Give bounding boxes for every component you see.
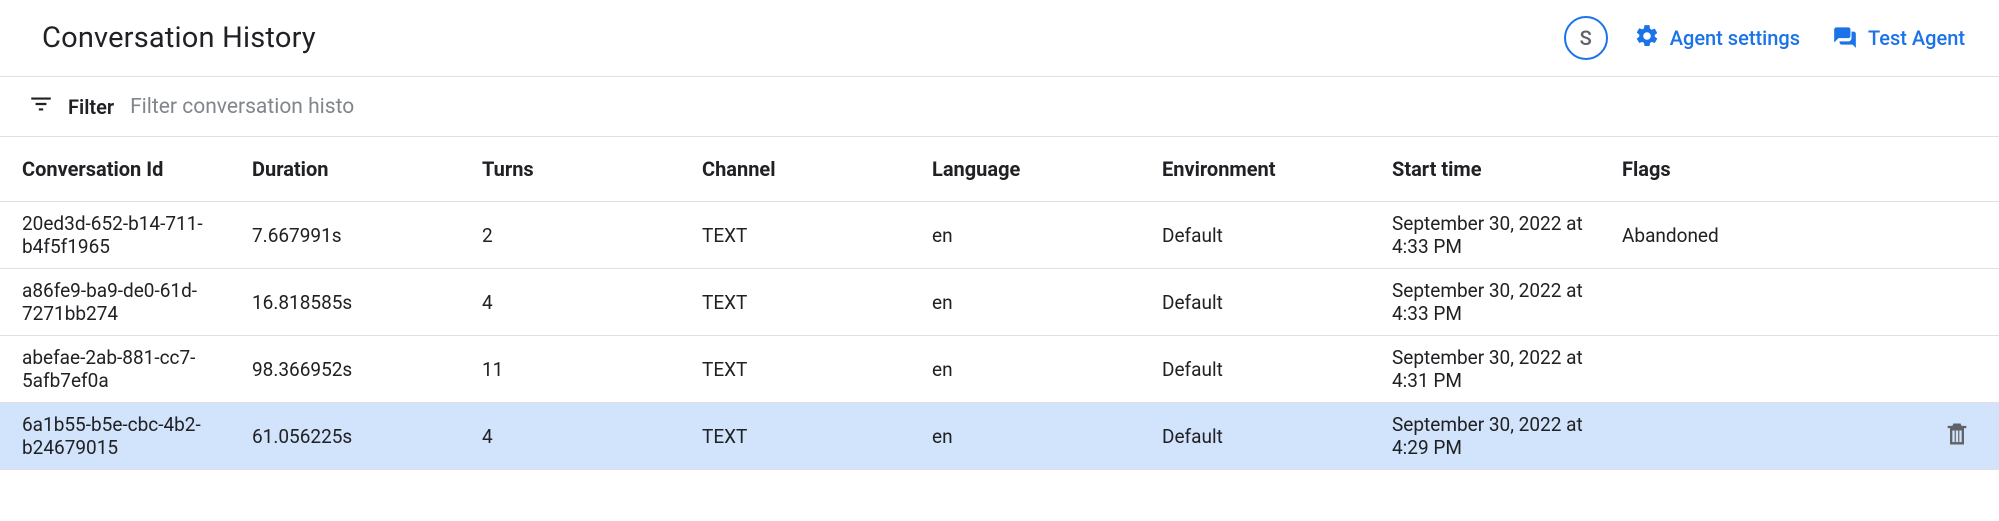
cell-start-time: September 30, 2022 at 4:33 PM <box>1370 269 1600 336</box>
test-agent-button[interactable]: Test Agent <box>1826 19 1971 58</box>
cell-duration: 7.667991s <box>230 202 460 269</box>
cell-channel: TEXT <box>680 403 910 470</box>
table-row[interactable]: 6a1b55-b5e-cbc-4b2-b2467901561.056225s4T… <box>0 403 1999 470</box>
cell-language: en <box>910 403 1140 470</box>
table-row[interactable]: 20ed3d-652-b14-711-b4f5f19657.667991s2TE… <box>0 202 1999 269</box>
cell-environment: Default <box>1140 269 1370 336</box>
filter-bar: Filter <box>0 77 1999 137</box>
avatar[interactable]: S <box>1564 16 1608 60</box>
col-header-start[interactable]: Start time <box>1370 137 1600 202</box>
cell-channel: TEXT <box>680 202 910 269</box>
cell-actions <box>1921 202 1999 269</box>
cell-duration: 98.366952s <box>230 336 460 403</box>
agent-settings-label: Agent settings <box>1670 26 1800 50</box>
cell-flags <box>1600 403 1921 470</box>
cell-actions <box>1921 403 1999 470</box>
gear-icon <box>1634 23 1660 54</box>
table-header-row: Conversation Id Duration Turns Channel L… <box>0 137 1999 202</box>
table-row[interactable]: a86fe9-ba9-de0-61d-7271bb27416.818585s4T… <box>0 269 1999 336</box>
col-header-actions <box>1921 137 1999 202</box>
test-agent-label: Test Agent <box>1868 26 1965 50</box>
cell-flags <box>1600 336 1921 403</box>
page-title: Conversation History <box>42 21 316 55</box>
cell-turns: 4 <box>460 403 680 470</box>
chat-icon <box>1832 23 1858 54</box>
cell-turns: 2 <box>460 202 680 269</box>
cell-start-time: September 30, 2022 at 4:33 PM <box>1370 202 1600 269</box>
cell-actions <box>1921 269 1999 336</box>
cell-environment: Default <box>1140 403 1370 470</box>
filter-icon <box>28 91 54 122</box>
table-row[interactable]: abefae-2ab-881-cc7-5afb7ef0a98.366952s11… <box>0 336 1999 403</box>
cell-flags: Abandoned <box>1600 202 1921 269</box>
cell-turns: 11 <box>460 336 680 403</box>
cell-environment: Default <box>1140 202 1370 269</box>
cell-actions <box>1921 336 1999 403</box>
cell-environment: Default <box>1140 336 1370 403</box>
cell-conversation-id: a86fe9-ba9-de0-61d-7271bb274 <box>0 269 230 336</box>
cell-channel: TEXT <box>680 269 910 336</box>
cell-start-time: September 30, 2022 at 4:31 PM <box>1370 336 1600 403</box>
col-header-language[interactable]: Language <box>910 137 1140 202</box>
conversation-table: Conversation Id Duration Turns Channel L… <box>0 137 1999 470</box>
cell-conversation-id: abefae-2ab-881-cc7-5afb7ef0a <box>0 336 230 403</box>
col-header-channel[interactable]: Channel <box>680 137 910 202</box>
cell-language: en <box>910 202 1140 269</box>
cell-conversation-id: 20ed3d-652-b14-711-b4f5f1965 <box>0 202 230 269</box>
cell-channel: TEXT <box>680 336 910 403</box>
trash-icon <box>1943 420 1971 448</box>
col-header-environment[interactable]: Environment <box>1140 137 1370 202</box>
cell-language: en <box>910 336 1140 403</box>
agent-settings-button[interactable]: Agent settings <box>1628 19 1806 58</box>
cell-duration: 16.818585s <box>230 269 460 336</box>
filter-input[interactable] <box>130 95 390 119</box>
cell-duration: 61.056225s <box>230 403 460 470</box>
col-header-flags[interactable]: Flags <box>1600 137 1921 202</box>
col-header-turns[interactable]: Turns <box>460 137 680 202</box>
cell-start-time: September 30, 2022 at 4:29 PM <box>1370 403 1600 470</box>
col-header-duration[interactable]: Duration <box>230 137 460 202</box>
col-header-id[interactable]: Conversation Id <box>0 137 230 202</box>
page-header: Conversation History S Agent settings Te… <box>0 0 1999 77</box>
cell-language: en <box>910 269 1140 336</box>
cell-conversation-id: 6a1b55-b5e-cbc-4b2-b24679015 <box>0 403 230 470</box>
header-actions: S Agent settings Test Agent <box>1564 16 1971 60</box>
avatar-letter: S <box>1580 26 1592 50</box>
filter-toggle[interactable]: Filter <box>28 91 114 122</box>
filter-label: Filter <box>68 95 114 119</box>
cell-turns: 4 <box>460 269 680 336</box>
cell-flags <box>1600 269 1921 336</box>
delete-button[interactable] <box>1943 430 1971 453</box>
